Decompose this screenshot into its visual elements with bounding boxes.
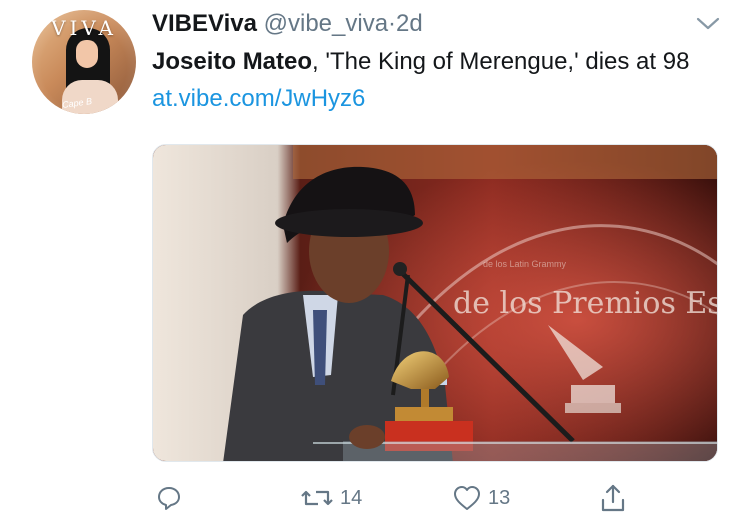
display-name[interactable]: VIBEViva — [152, 10, 257, 37]
tweet-link[interactable]: at.vibe.com/JwHyz6 — [152, 85, 365, 112]
avatar-logo: VIVA — [51, 16, 117, 40]
tweet-text-body: , 'The King of Merengue,' dies at 98 — [312, 48, 690, 75]
retweet-icon — [301, 490, 333, 506]
like-count: 13 — [488, 486, 511, 509]
banner-subtext: de los Latin Grammy — [483, 259, 567, 269]
tweet-image[interactable]: de los Premios Esp de los Latin Grammy — [152, 144, 718, 462]
avatar[interactable]: VIVA Cape B — [32, 10, 136, 114]
retweet-button[interactable]: 14 — [300, 478, 362, 518]
separator-dot: · — [388, 10, 397, 37]
reply-icon — [158, 487, 180, 510]
timestamp[interactable]: 2d — [396, 10, 423, 37]
tweet-image-photo: de los Premios Esp de los Latin Grammy — [153, 145, 718, 461]
share-button[interactable] — [600, 478, 626, 518]
tweet-actions: 14 13 — [0, 478, 750, 518]
tweet-header: VIBEViva @vibe_viva·2d — [152, 10, 423, 38]
tweet-text: Joseito Mateo, 'The King of Merengue,' d… — [152, 43, 732, 117]
user-handle[interactable]: @vibe_viva — [264, 10, 388, 37]
tweet-text-bold: Joseito Mateo — [152, 48, 313, 75]
heart-icon — [454, 486, 480, 510]
banner-text: de los Premios Esp — [453, 286, 718, 321]
avatar-face — [76, 40, 98, 68]
retweet-count: 14 — [340, 486, 363, 509]
share-icon — [601, 484, 625, 512]
chevron-down-icon[interactable] — [695, 14, 721, 32]
reply-button[interactable] — [156, 478, 188, 518]
like-button[interactable]: 13 — [452, 478, 510, 518]
